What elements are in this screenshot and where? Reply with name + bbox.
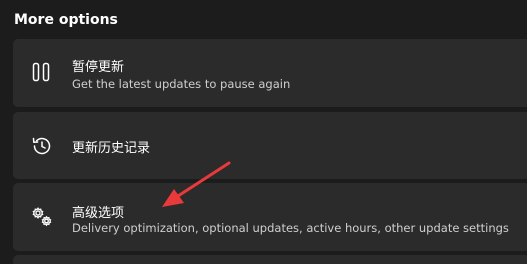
gears-icon xyxy=(30,205,54,229)
history-icon xyxy=(30,134,54,158)
pause-updates-subtitle: Get the latest updates to pause again xyxy=(72,77,291,91)
pause-updates-card[interactable]: 暂停更新 Get the latest updates to pause aga… xyxy=(13,39,527,107)
section-title: More options xyxy=(14,12,118,28)
pause-icon xyxy=(30,61,54,85)
update-history-card[interactable]: 更新历史记录 xyxy=(13,112,527,179)
advanced-options-card[interactable]: 高级选项 Delivery optimization, optional upd… xyxy=(13,183,527,251)
next-option-card[interactable] xyxy=(13,255,527,264)
update-history-title: 更新历史记录 xyxy=(72,141,151,156)
advanced-options-title: 高级选项 xyxy=(72,206,125,221)
settings-page: More options 暂停更新 Get the latest updates… xyxy=(0,0,527,264)
advanced-options-subtitle: Delivery optimization, optional updates,… xyxy=(72,221,509,235)
pause-updates-title: 暂停更新 xyxy=(72,60,125,75)
